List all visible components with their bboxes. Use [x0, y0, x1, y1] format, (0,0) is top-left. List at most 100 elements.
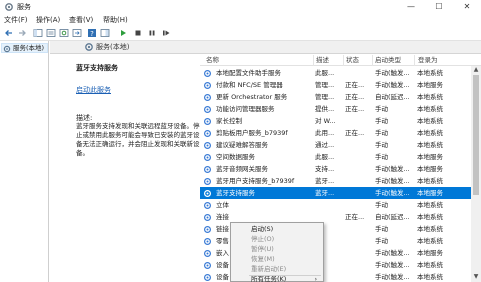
service-gear-icon — [203, 81, 212, 90]
menu-item-restart[interactable]: 重新启动(E) — [231, 264, 323, 275]
tree-item-services-local[interactable]: 服务(本地) — [1, 43, 48, 53]
services-gear-icon — [85, 43, 93, 51]
cell-name: 付款和 NFC/SE 管理器 — [216, 81, 283, 89]
service-gear-icon — [203, 165, 212, 174]
menu-view[interactable]: 查看(V) — [69, 15, 93, 25]
cell-name: 本地配置文件助手服务 — [216, 69, 281, 77]
restart-service-icon[interactable] — [161, 28, 171, 38]
cell-description: 此服... — [315, 153, 335, 161]
service-gear-icon — [203, 129, 212, 138]
svg-text:?: ? — [90, 30, 94, 38]
cell-log-on-as: 本地系统 — [417, 117, 443, 125]
table-row[interactable]: 立体 手动 本地系统 — [200, 199, 471, 211]
cell-startup-type: 手动 — [375, 105, 388, 113]
vertical-scrollbar[interactable]: ▲ ▼ — [471, 66, 481, 282]
service-gear-icon — [203, 213, 212, 222]
table-row[interactable]: 家长控制 对 W... 手动 本地系统 — [200, 115, 471, 127]
cell-startup-type: 手动 — [375, 117, 388, 125]
cell-name: 空间数据服务 — [216, 153, 255, 161]
cell-name: 连接 — [216, 213, 229, 221]
cell-log-on-as: 本地系统 — [417, 237, 443, 245]
menu-help[interactable]: 帮助(H) — [103, 15, 128, 25]
cell-description: 对 W... — [315, 117, 336, 125]
table-row[interactable]: 蓝牙音频网关服务 支持... 手动(触发... 本地服务 — [200, 163, 471, 175]
cell-name: 蓝牙支持服务 — [216, 189, 255, 197]
menu-file[interactable]: 文件(F) — [4, 15, 28, 25]
scroll-down-arrow-icon[interactable]: ▼ — [472, 273, 480, 281]
cell-startup-type: 自动(延迟... — [375, 93, 410, 101]
column-description[interactable]: 描述 — [316, 56, 329, 65]
cell-startup-type: 手动(触发... — [375, 189, 410, 197]
service-gear-icon — [203, 249, 212, 258]
stop-service-icon[interactable] — [133, 28, 143, 38]
cell-description: 通过... — [315, 141, 335, 149]
title-bar: 服务 — ☐ ✕ — [0, 0, 481, 14]
scroll-up-arrow-icon[interactable]: ▲ — [472, 66, 480, 74]
service-detail-panel: 蓝牙支持服务 启动此服务 描述: 蓝牙服务支持发现和关联远程蓝牙设备。停止或禁用… — [50, 55, 200, 282]
service-gear-icon — [203, 141, 212, 150]
table-row[interactable]: 蓝牙用户支持服务_b7939f 蓝牙... 手动(触发... 本地系统 — [200, 175, 471, 187]
service-gear-icon — [203, 237, 212, 246]
pane-header: 服务(本地) — [50, 41, 481, 54]
cell-log-on-as: 本地系统 — [417, 273, 443, 281]
start-service-link[interactable]: 启动此服务 — [76, 85, 111, 95]
cell-description: 管理... — [315, 93, 335, 101]
menu-bar: 文件(F) 操作(A) 查看(V) 帮助(H) — [0, 14, 481, 26]
export-list-icon[interactable] — [72, 28, 82, 38]
menu-item-all-tasks-visible[interactable]: 所有任务(K) › — [231, 276, 323, 282]
back-arrow-icon[interactable] — [4, 28, 14, 38]
scroll-thumb[interactable] — [473, 75, 479, 195]
column-status[interactable]: 状态 — [346, 56, 359, 65]
cell-name: 家长控制 — [216, 117, 242, 125]
menu-action[interactable]: 操作(A) — [36, 15, 60, 25]
cell-log-on-as: 本地服务 — [417, 81, 443, 89]
cell-status: 正在... — [345, 81, 365, 89]
cell-startup-type: 手动(触发... — [375, 249, 410, 257]
cell-log-on-as: 本地系统 — [417, 201, 443, 209]
cell-startup-type: 手动 — [375, 141, 388, 149]
close-button[interactable]: ✕ — [453, 0, 481, 14]
cell-name: 剪贴板用户服务_b7939f — [216, 129, 288, 137]
cell-startup-type: 手动(触发... — [375, 69, 410, 77]
cell-name: 建议疑难解答服务 — [216, 141, 268, 149]
cell-startup-type: 手动 — [375, 201, 388, 209]
column-startup-type[interactable]: 启动类型 — [375, 56, 401, 65]
table-row[interactable]: 付款和 NFC/SE 管理器 管理... 正在... 手动(触发... 本地服务 — [200, 79, 471, 91]
cell-description: 此用... — [315, 129, 335, 137]
column-name[interactable]: 名称 — [206, 56, 219, 65]
cell-startup-type: 自动(延迟... — [375, 213, 410, 221]
maximize-button[interactable]: ☐ — [425, 0, 453, 14]
service-gear-icon — [203, 153, 212, 162]
cell-description: 支持... — [315, 165, 335, 173]
column-log-on-as[interactable]: 登录为 — [418, 56, 438, 65]
table-row[interactable]: 蓝牙支持服务 蓝牙... 手动(触发... 本地服务 — [200, 187, 471, 199]
cell-log-on-as: 本地系统 — [417, 177, 443, 185]
cell-status: 正在... — [345, 93, 365, 101]
table-row[interactable]: 功能访问管理器服务 提供... 正在... 手动 本地系统 — [200, 103, 471, 115]
minimize-button[interactable]: — — [397, 0, 425, 14]
cell-description: 提供... — [315, 105, 335, 113]
service-gear-icon — [203, 93, 212, 102]
pause-service-icon[interactable] — [147, 28, 157, 38]
service-gear-icon — [203, 117, 212, 126]
tree-item-label: 服务(本地) — [13, 44, 45, 52]
table-row[interactable]: 剪贴板用户服务_b7939f 此用... 正在... 手动 本地系统 — [200, 127, 471, 139]
help-icon[interactable]: ? — [87, 28, 97, 38]
start-service-icon[interactable] — [118, 28, 128, 38]
table-row[interactable]: 本地配置文件助手服务 此服... 手动(触发... 本地系统 — [200, 67, 471, 79]
show-hide-icon[interactable] — [100, 28, 110, 38]
service-gear-icon — [203, 261, 212, 270]
cell-log-on-as: 本地服务 — [417, 249, 443, 257]
refresh-icon[interactable] — [59, 28, 69, 38]
cell-startup-type: 手动 — [375, 129, 388, 137]
table-row[interactable]: 建议疑难解答服务 通过... 手动 本地系统 — [200, 139, 471, 151]
table-row[interactable]: 空间数据服务 此服... 手动 本地服务 — [200, 151, 471, 163]
table-row[interactable]: 更新 Orchestrator 服务 管理... 正在... 自动(延迟... 本地系统 — [200, 91, 471, 103]
console-tree-icon[interactable] — [33, 28, 43, 38]
cell-description: 蓝牙... — [315, 177, 335, 185]
properties-list-icon[interactable] — [46, 28, 56, 38]
column-header-row: 名称 描述 状态 启动类型 登录为 — [200, 55, 481, 66]
cell-startup-type: 手动 — [375, 225, 388, 233]
cell-log-on-as: 本地系统 — [417, 93, 443, 101]
forward-arrow-icon[interactable] — [17, 28, 27, 38]
